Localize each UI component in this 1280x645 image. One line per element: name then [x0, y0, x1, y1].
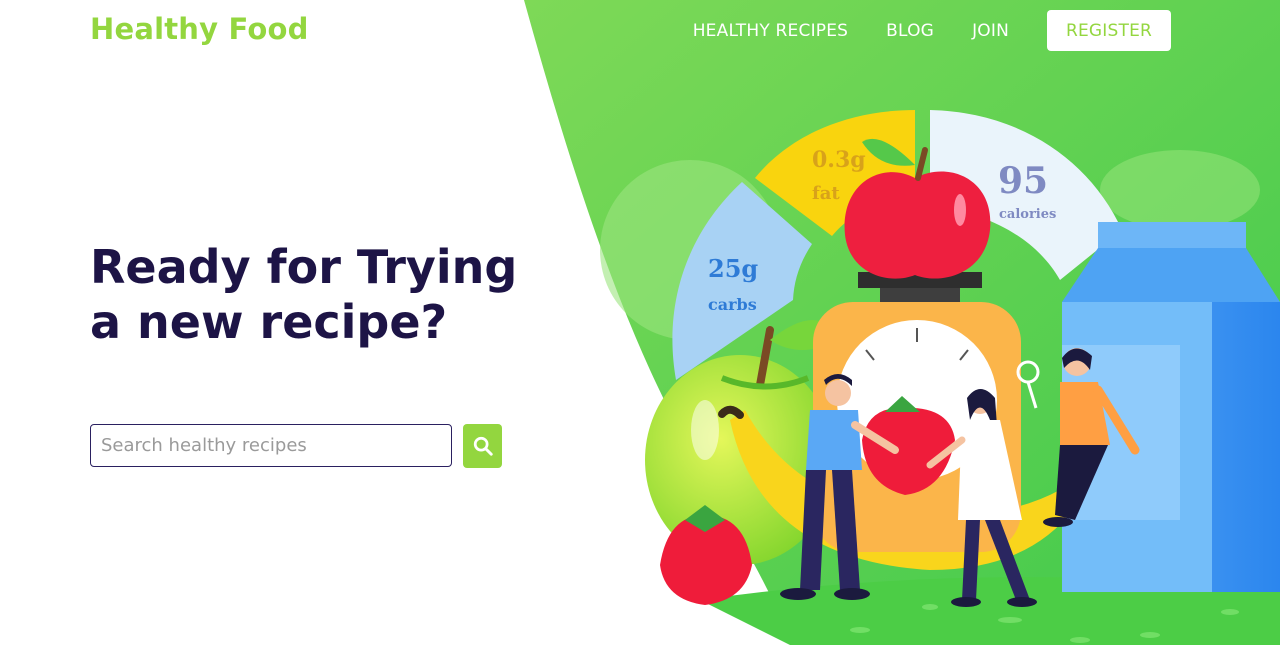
- search-input[interactable]: [90, 424, 452, 467]
- nav-link-healthy-recipes[interactable]: HEALTHY RECIPES: [693, 21, 848, 41]
- nav-link-blog[interactable]: BLOG: [886, 21, 934, 41]
- brand-logo[interactable]: Healthy Food: [90, 12, 309, 46]
- fat-label: fat: [812, 183, 840, 204]
- top-nav: HEALTHY RECIPES BLOG JOIN REGISTER: [655, 10, 1171, 51]
- search-icon: [473, 436, 493, 456]
- backdrop-blob: [1100, 150, 1260, 230]
- calories-value: 95: [998, 160, 1048, 202]
- fat-value: 0.3g: [812, 147, 866, 173]
- carbs-value: 25g: [708, 254, 758, 283]
- calories-label: calories: [999, 207, 1056, 222]
- carbs-label: carbs: [708, 295, 757, 314]
- hero-headline: Ready for Trying a new recipe?: [90, 240, 518, 349]
- register-button[interactable]: REGISTER: [1047, 10, 1171, 51]
- nav-link-join[interactable]: JOIN: [972, 21, 1009, 41]
- search-button[interactable]: [463, 424, 502, 468]
